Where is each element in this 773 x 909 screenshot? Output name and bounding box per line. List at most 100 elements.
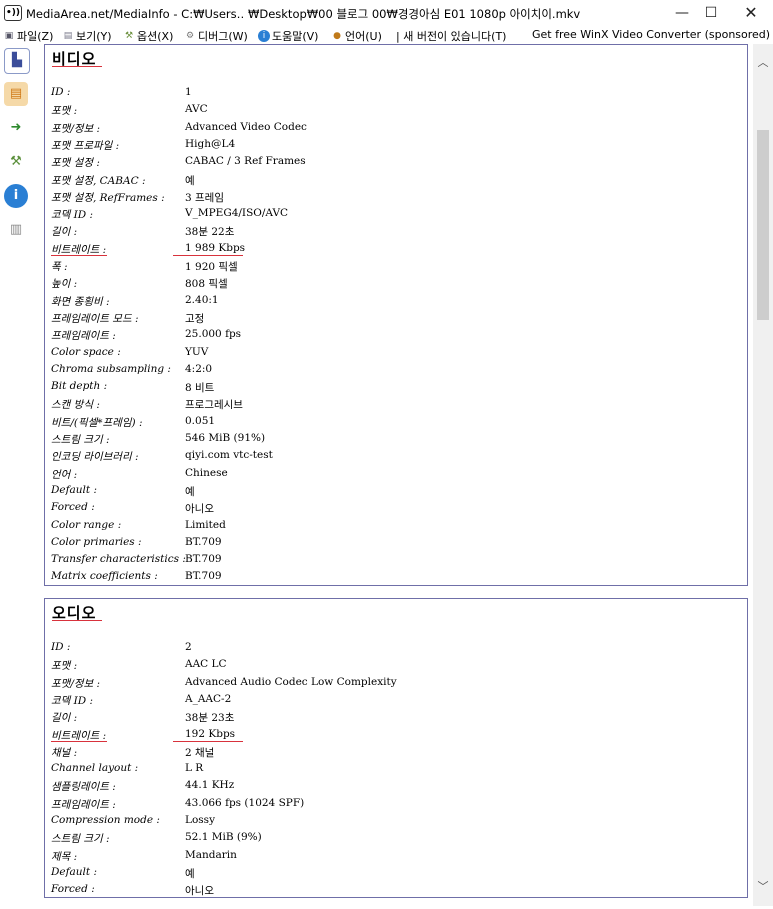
field-label: 스트림 크기 : [51,434,110,446]
field-value: AAC LC [185,658,227,671]
label-annotation-underline [51,740,107,742]
audio-section: 오디오 ID :2 포맷 : AAC LC 포맷/정보 : Advanced Audio… [44,598,748,898]
field-value: AVC [185,103,208,116]
menu-label: | 새 버전이 있습니다(T) [396,30,507,43]
field-value: 아니오 [185,885,214,898]
maximize-button[interactable]: ☐ [693,2,729,24]
field-value: 52.1 MiB (9%) [185,831,262,844]
field-value: 808 픽셀 [185,278,228,291]
menu-debug[interactable]: ⚙ 디버그(W) [184,28,248,44]
field-label: 샘플링레이트 : [51,781,116,794]
field-label: 언어 : [51,468,78,481]
options-icon: ⚒ [124,31,134,41]
field-value: 3 프레임 [185,191,224,204]
debug-icon: ⚙ [185,31,195,41]
field-value: 44.1 KHz [185,779,235,792]
menu-options[interactable]: ⚒ 옵션(X) [123,28,173,44]
field-label: 코덱 ID : [51,694,94,707]
field-value: 아니오 [185,503,214,516]
menu-label: 언어(U) [345,30,382,43]
field-label: 길이 : [51,226,78,239]
title-bar: •)) MediaArea.net/MediaInfo - C:₩Users‥ … [0,0,773,26]
field-value: 예 [185,867,195,880]
menu-sponsored[interactable]: Get free WinX Video Converter (sponsored… [532,28,770,41]
file-icon: ▣ [4,31,14,41]
preferences-icon[interactable]: ⚒ [4,150,28,174]
field-value: 38분 23초 [185,712,235,725]
window-title: MediaArea.net/MediaInfo - C:₩Users‥ ₩Des… [26,7,581,21]
close-button[interactable]: ✕ [733,2,769,24]
menu-help[interactable]: i 도움말(V) [258,28,318,44]
open-folder-icon[interactable]: ▤ [4,82,28,106]
field-label: Default : [51,483,97,496]
field-value: 546 MiB (91%) [185,432,266,444]
field-value: 프로그레시브 [185,399,243,412]
scroll-thumb[interactable] [757,130,769,320]
field-value: V_MPEG4/ISO/AVC [185,207,289,220]
menu-new-version[interactable]: | 새 버전이 있습니다(T) [396,28,506,44]
language-icon: ● [333,31,341,41]
field-value: 예 [185,485,195,498]
field-label: 스트림 크기 : [51,833,110,846]
field-value: A_AAC-2 [185,692,232,705]
field-value: YUV [185,345,209,358]
field-label: 포맷 설정 : [51,157,100,170]
scroll-down-icon[interactable]: ﹀ [753,878,773,896]
field-value: BT.709 [185,553,222,566]
field-value: Advanced Audio Codec Low Complexity [185,675,397,688]
field-value: 43.066 fps (1024 SPF) [185,796,305,809]
field-label: 포맷 : [51,660,78,673]
value-annotation-underline [173,254,243,256]
field-label: 포맷 : [51,105,78,118]
menu-label: 도움말(V) [272,30,319,43]
field-value: 192 Kbps [185,727,236,740]
field-value: qiyi.com vtc-test [185,449,273,462]
field-value: 2.40:1 [185,293,219,306]
field-value: 1 920 픽셀 [185,261,238,273]
field-value: BT.709 [185,535,222,548]
field-label: 포맷/정보 : [51,677,101,690]
knowledge-base-icon[interactable]: ▥ [4,218,28,242]
field-label: ID : [51,86,71,98]
field-label: 프레임레이트 : [51,798,116,811]
menu-label: 보기(Y) [76,30,112,43]
field-label: Forced : [51,501,95,514]
field-label: Bit depth : [51,380,108,393]
title-annotation-underline [52,66,102,67]
menu-bar: ▣ 파일(Z) ▤ 보기(Y) ⚒ 옵션(X) ⚙ 디버그(W) i 도움말(V… [0,26,773,44]
view-icon: ▤ [63,31,73,41]
field-label: Color space : [51,345,121,358]
title-annotation-underline [52,620,102,621]
field-label: 스캔 방식 : [51,399,100,412]
field-label: Chroma subsampling : [51,362,171,375]
report-area: 비디오 ID :1 포맷 : AVC 포맷/정보 : Advanced Video Co… [40,44,752,906]
menu-label: 디버그(W) [198,30,248,43]
field-value: 1 [185,86,192,98]
field-label: Color primaries : [51,535,142,548]
field-label: Forced : [51,883,95,896]
menu-view[interactable]: ▤ 보기(Y) [62,28,112,44]
field-value: 4:2:0 [185,362,213,375]
field-label: Default : [51,865,97,878]
field-value: L R [185,762,204,775]
label-annotation-underline [51,254,107,256]
video-section: 비디오 ID :1 포맷 : AVC 포맷/정보 : Advanced Video Co… [44,44,748,586]
field-value: Mandarin [185,848,237,861]
field-label: 포맷 프로파일 : [51,139,120,152]
help-icon: i [258,30,270,42]
field-label: 포맷 설정, RefFrames : [51,191,165,204]
menu-file[interactable]: ▣ 파일(Z) [3,28,54,44]
field-value: 예 [185,174,195,187]
open-file-icon[interactable]: ▙ [4,48,30,74]
field-label: Compression mode : [51,814,160,826]
field-label: ID : [51,641,71,653]
menu-language[interactable]: ● 언어(U) [331,28,382,44]
field-value: 고정 [185,312,205,325]
scroll-up-icon[interactable]: ︿ [753,54,773,72]
export-icon[interactable]: ➜ [4,116,28,140]
vertical-scrollbar[interactable]: ︿ ﹀ [753,44,773,906]
field-value: 8 비트 [185,382,215,395]
about-icon[interactable]: i [4,184,28,208]
field-value: 0.051 [185,414,216,427]
field-label: 비트/(픽셀*프레임) : [51,416,143,429]
